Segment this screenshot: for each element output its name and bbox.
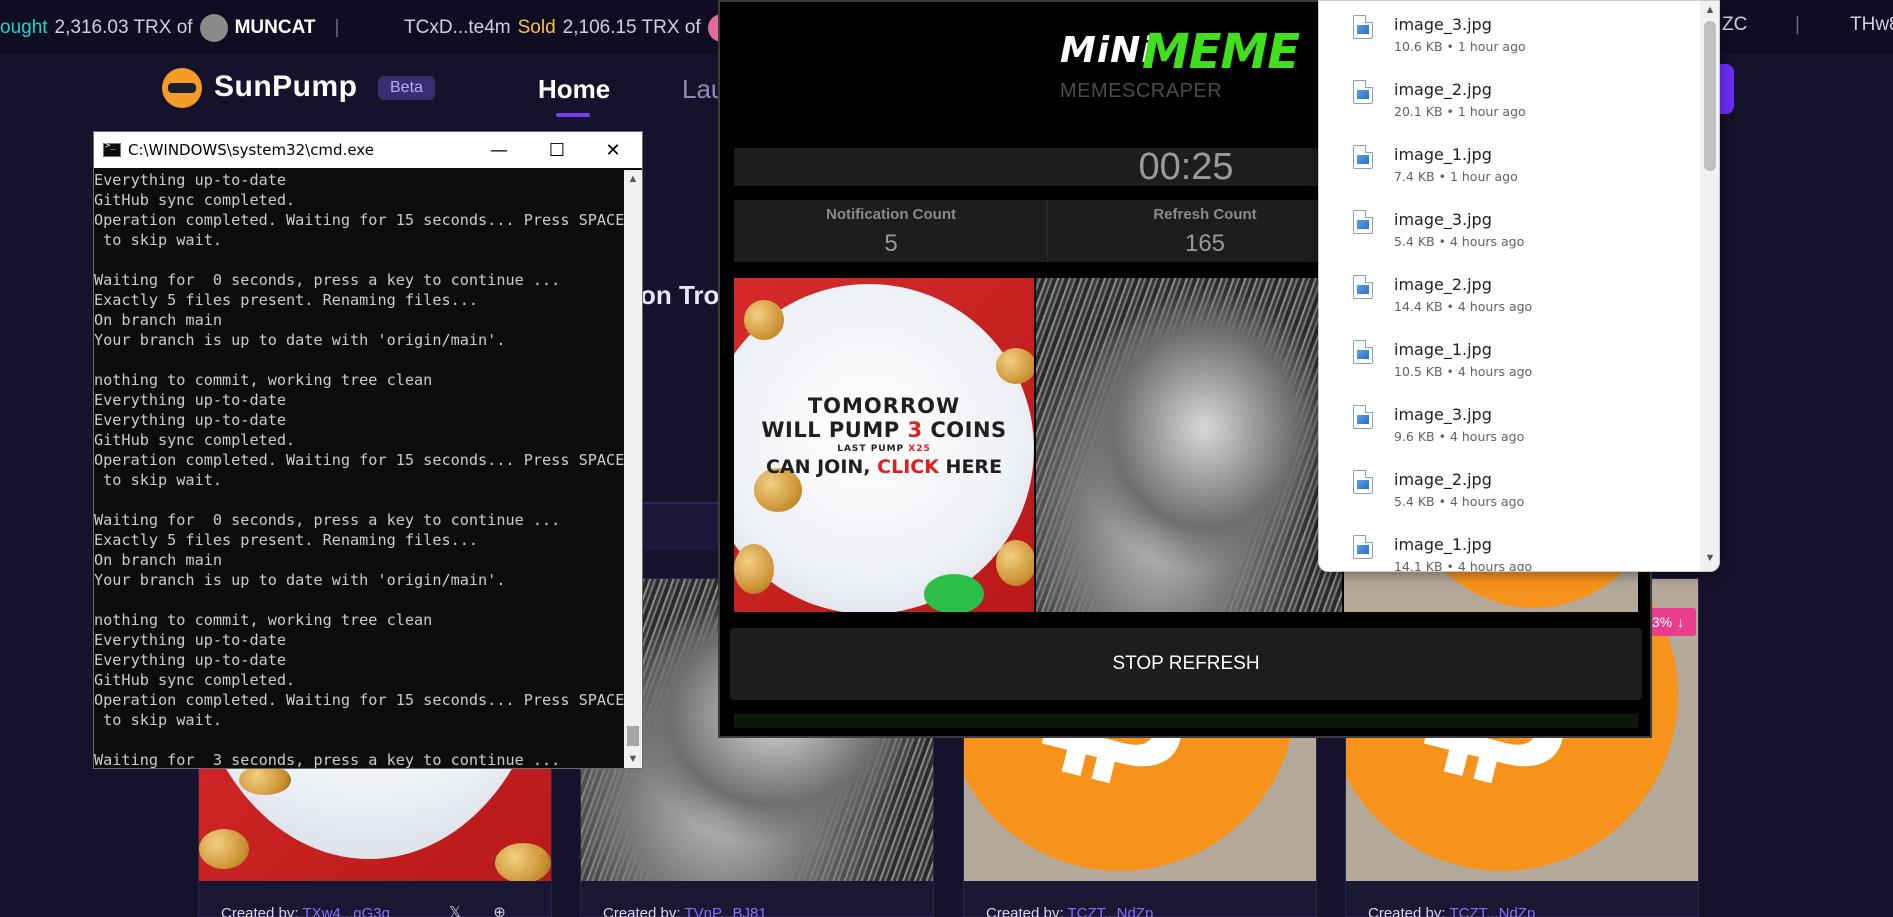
file-name: image_3.jpg: [1394, 15, 1492, 34]
file-name: image_1.jpg: [1394, 145, 1492, 164]
downloads-list: image_3.jpg 10.6 KB • 1 hour ago image_2…: [1319, 1, 1699, 571]
card-creator: Created by: TXw4...gG3g: [221, 905, 390, 917]
lion-image[interactable]: [1036, 278, 1342, 612]
download-item[interactable]: image_1.jpg 7.4 KB • 1 hour ago: [1319, 131, 1699, 196]
file-meta: 20.1 KB • 1 hour ago: [1394, 104, 1526, 119]
ticker-item[interactable]: ought 2,316.03 TRX of MUNCAT |: [0, 14, 351, 42]
ticker-amount: 2,316.03 TRX of: [54, 17, 193, 38]
cmd-output-text: Everything up-to-date GitHub sync comple…: [94, 171, 624, 768]
muncat-coin-icon: [199, 14, 228, 42]
image-file-icon: [1353, 15, 1373, 39]
file-meta: 14.1 KB • 4 hours ago: [1394, 559, 1533, 571]
maximize-button[interactable]: ☐: [528, 132, 586, 168]
logo-mini: MiNi: [1060, 30, 1155, 71]
stat-label: Notification Count: [826, 206, 956, 223]
download-item[interactable]: image_1.jpg 10.5 KB • 4 hours ago: [1319, 326, 1699, 391]
file-name: image_2.jpg: [1394, 275, 1492, 294]
hero-heading: on Tro: [640, 280, 720, 310]
ticker-separator: |: [1795, 14, 1800, 35]
stat-value: 5: [884, 230, 898, 257]
file-meta: 10.6 KB • 1 hour ago: [1394, 39, 1526, 54]
ticker-token: MUNCAT: [234, 17, 316, 38]
promo-text: TOMORROW WILL PUMP 3 COINS LAST PUMP X25…: [761, 394, 1007, 478]
file-meta: 5.4 KB • 4 hours ago: [1394, 494, 1525, 509]
file-meta: 5.4 KB • 4 hours ago: [1394, 234, 1525, 249]
image-file-icon: [1353, 340, 1373, 364]
ticker-separator: |: [334, 17, 340, 38]
image-file-icon: [1353, 210, 1373, 234]
image-file-icon: [1353, 535, 1373, 559]
sunpump-brand[interactable]: SunPump: [214, 70, 358, 104]
file-name: image_2.jpg: [1394, 80, 1492, 99]
ticker-address: TCxD...te4m: [404, 17, 511, 38]
scroll-thumb[interactable]: [1704, 21, 1716, 171]
file-meta: 9.6 KB • 4 hours ago: [1394, 429, 1525, 444]
image-file-icon: [1353, 145, 1373, 169]
downloads-panel[interactable]: image_3.jpg 10.6 KB • 1 hour ago image_2…: [1318, 0, 1720, 572]
scroll-up-icon[interactable]: ▲: [1700, 1, 1719, 19]
logo-meme: MEME: [1142, 24, 1300, 80]
image-file-icon: [1353, 275, 1373, 299]
cmd-title: C:\WINDOWS\system32\cmd.exe: [128, 141, 374, 159]
ticker-fragment: ZC: [1722, 14, 1748, 35]
stat-notification-count: Notification Count 5: [734, 200, 1048, 262]
card-social-icons[interactable]: 𝕏 ⊕ ➤: [449, 903, 551, 917]
terminal-icon: [103, 141, 121, 157]
arrow-down-icon: ↓: [1677, 614, 1685, 630]
file-name: image_1.jpg: [1394, 340, 1492, 359]
scroll-down-icon[interactable]: ▼: [624, 750, 642, 768]
download-item[interactable]: image_2.jpg 20.1 KB • 1 hour ago: [1319, 66, 1699, 131]
file-name: image_1.jpg: [1394, 535, 1492, 554]
card-creator: Created by: TCZT...NdZp: [1368, 905, 1536, 917]
minimize-button[interactable]: —: [470, 132, 528, 168]
ticker-item[interactable]: TCxD...te4m Sold 2,106.15 TRX of: [404, 14, 736, 42]
download-item[interactable]: image_2.jpg 14.4 KB • 4 hours ago: [1319, 261, 1699, 326]
downloads-scrollbar[interactable]: ▲ ▼: [1700, 1, 1719, 571]
stat-value: 165: [1184, 230, 1226, 257]
image-file-icon: [1353, 80, 1373, 104]
beta-badge: Beta: [378, 76, 435, 100]
file-meta: 7.4 KB • 1 hour ago: [1394, 169, 1518, 184]
card-creator: Created by: TVnP...BJ81: [603, 905, 767, 917]
ticker-address: THw8: [1850, 14, 1893, 35]
progress-bar: [734, 714, 1638, 728]
logo-subtitle: MEMESCRAPER: [1060, 80, 1223, 102]
sunpump-logo-icon[interactable]: [162, 68, 202, 108]
scroll-up-icon[interactable]: ▲: [624, 170, 642, 188]
file-meta: 10.5 KB • 4 hours ago: [1394, 364, 1533, 379]
price-change-value: 3%: [1651, 614, 1673, 630]
stat-refresh-count: Refresh Count 165: [1048, 200, 1362, 262]
image-file-icon: [1353, 405, 1373, 429]
file-meta: 14.4 KB • 4 hours ago: [1394, 299, 1533, 314]
promo-image[interactable]: TOMORROW WILL PUMP 3 COINS LAST PUMP X25…: [734, 278, 1034, 612]
download-item[interactable]: image_3.jpg 10.6 KB • 1 hour ago: [1319, 1, 1699, 66]
ticker-action: ought: [0, 17, 48, 38]
cmd-window[interactable]: C:\WINDOWS\system32\cmd.exe — ☐ ✕ Everyt…: [93, 131, 643, 769]
stop-refresh-button[interactable]: STOP REFRESH: [730, 628, 1642, 700]
file-name: image_2.jpg: [1394, 470, 1492, 489]
image-file-icon: [1353, 470, 1373, 494]
download-item[interactable]: image_3.jpg 5.4 KB • 4 hours ago: [1319, 196, 1699, 261]
scroll-thumb[interactable]: [627, 726, 639, 746]
cmd-scrollbar[interactable]: ▲ ▼: [624, 170, 642, 768]
download-item[interactable]: image_3.jpg 9.6 KB • 4 hours ago: [1319, 391, 1699, 456]
download-item[interactable]: image_2.jpg 5.4 KB • 4 hours ago: [1319, 456, 1699, 521]
ticker-amount: 2,106.15 TRX of: [562, 17, 701, 38]
close-button[interactable]: ✕: [584, 132, 642, 168]
nav-home[interactable]: Home: [538, 74, 610, 117]
download-item[interactable]: image_1.jpg 14.1 KB • 4 hours ago: [1319, 521, 1699, 571]
file-name: image_3.jpg: [1394, 210, 1492, 229]
card-creator: Created by: TCZT...NdZp: [986, 905, 1154, 917]
cmd-title-bar[interactable]: C:\WINDOWS\system32\cmd.exe — ☐ ✕: [94, 132, 642, 168]
file-name: image_3.jpg: [1394, 405, 1492, 424]
cmd-output[interactable]: Everything up-to-date GitHub sync comple…: [94, 170, 624, 768]
scroll-down-icon[interactable]: ▼: [1700, 549, 1719, 567]
ticker-action: Sold: [517, 17, 556, 38]
timer-value: 00:25: [1138, 145, 1234, 188]
stat-label: Refresh Count: [1153, 206, 1257, 223]
